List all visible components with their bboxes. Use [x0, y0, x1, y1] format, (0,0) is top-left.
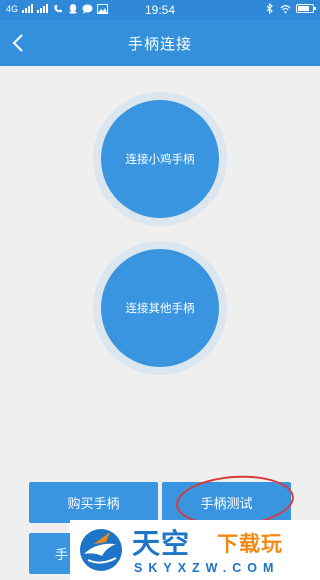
connect-other-button[interactable]: 连接其他手柄	[101, 249, 219, 367]
skyxzw-logo-icon	[80, 529, 122, 571]
partial-button-label: 手	[55, 548, 69, 563]
bluetooth-icon	[264, 3, 275, 14]
page-title: 手柄连接	[127, 35, 192, 53]
status-bar: 4G 19:54	[0, 0, 320, 20]
connect-xiaoji-button[interactable]: 连接小鸡手柄	[101, 100, 219, 218]
connect-other-ring: 连接其他手柄	[93, 241, 227, 375]
connect-xiaoji-ring: 连接小鸡手柄	[93, 92, 227, 226]
watermark-brand-orange: 下载玩	[217, 532, 283, 556]
battery-icon	[296, 4, 316, 13]
status-right-group	[264, 3, 316, 14]
watermark: 天空 下载玩 SKYXZW.COM	[70, 520, 320, 580]
watermark-domain: SKYXZW.COM	[134, 561, 280, 575]
wifi-icon	[280, 3, 291, 14]
title-bar: 手柄连接	[0, 20, 320, 66]
buy-controller-button[interactable]: 购买手柄	[29, 482, 158, 523]
watermark-brand-blue: 天空	[132, 527, 191, 560]
